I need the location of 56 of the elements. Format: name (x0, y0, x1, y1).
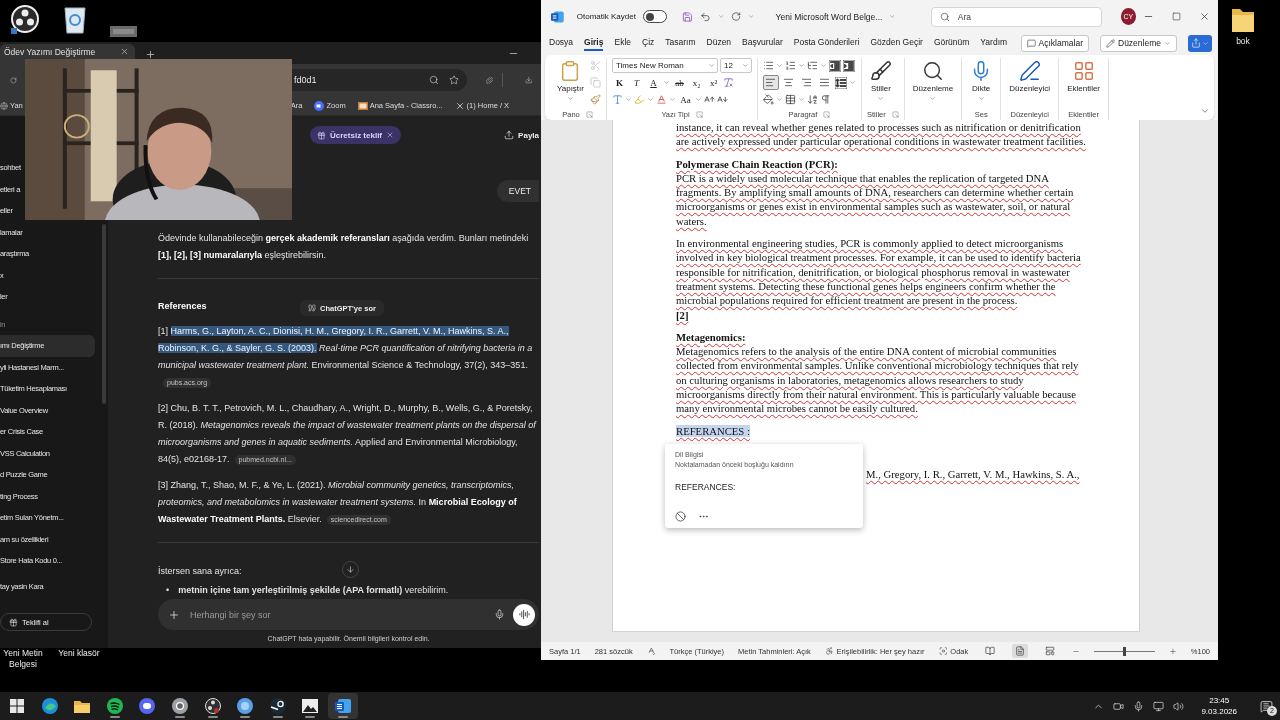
desktop-icon-label[interactable]: Yeni klasör (54, 648, 104, 670)
font-size-field[interactable]: 12 (720, 58, 752, 73)
document-paragraph: In environmental engineering studies, PCR is commonly applied to detect microorganisms involved in key biological treatment processes. For example, it can be used to identify bacteria responsible for nitrification, denitrification, or biological phosphorus removal in wastewater treatment systems. Detecting these functional genes helps engineers confirm whether the microbial populations required for efficient treatment are present in the process. (676, 236, 1082, 308)
message-input[interactable]: Herhangi bir şey sor (188, 608, 486, 621)
change-case-button[interactable]: Aa (678, 92, 693, 107)
bullet-marker: • (166, 584, 170, 597)
autosave-label: Otomatik Kaydet (576, 12, 636, 21)
document-heading: Metagenomics: (676, 329, 747, 345)
document-paragraph: M., Gregory, I. R., Garrett, V. M., Hawkins, S. A., (866, 466, 1081, 482)
menu-tab[interactable]: Başvurular (742, 35, 783, 51)
search-input[interactable]: Ara (955, 10, 1093, 23)
user-message: EVET (496, 180, 539, 202)
superscript-button[interactable]: x² (706, 75, 721, 90)
editor-button[interactable]: Düzenleyici (1006, 58, 1054, 93)
share-button[interactable]: Payla (504, 126, 539, 144)
editing-mode-button[interactable]: Düzenleme (1100, 34, 1177, 52)
add-ins-button[interactable]: Eklentiler (1064, 58, 1104, 93)
font-name-field[interactable]: Times New Roman (612, 58, 718, 73)
bold-button[interactable]: K (612, 75, 627, 90)
subscript-button[interactable]: x₂ (689, 75, 704, 90)
desktop-icon-label[interactable]: Yeni Metin Belgesi (0, 648, 46, 670)
menu-tab[interactable]: Gözden Geçir (870, 35, 923, 51)
paste-button[interactable]: Yapıştır (554, 58, 587, 102)
search-field[interactable]: Ara (930, 6, 1102, 27)
document-title[interactable]: Yeni Microsoft Word Belge... (775, 11, 883, 22)
menu-tab[interactable]: Görünüm (933, 35, 970, 51)
menu-tab[interactable]: Çiz (642, 35, 655, 51)
document-paragraph: instance, it can reveal whether genes related to processes such as nitrification or denitrification are actively expressed under particular operational conditions in wastewater treatment facilities. (676, 120, 1087, 149)
menu-tab[interactable]: Düzen (706, 35, 732, 51)
menu-tab[interactable]: Tasarım (665, 35, 696, 51)
section-heading: References (158, 300, 207, 313)
document-paragraph: PCR is a widely used molecular technique that enables the replication of targeted DNA fragments. By amplifying small amounts of DNA, researchers can determine whether certain microorganisms or genes exist in environmental samples such as wastewater, soil, or natural waters. (676, 170, 1075, 229)
menu-tab[interactable]: Ekle (614, 35, 631, 51)
document-paragraph: [2] (676, 307, 690, 322)
menu-tab[interactable]: Giriş (584, 35, 604, 51)
menu-tab[interactable]: Dosya (549, 35, 574, 51)
menu-tab[interactable]: Posta Gönderileri (793, 35, 860, 51)
folder-label[interactable]: bok (1228, 36, 1258, 47)
find-button[interactable]: Düzenleme (909, 58, 957, 102)
document-paragraph: REFERANCES : (676, 423, 751, 438)
offer-pill[interactable]: Ücretsiz teklif (310, 126, 402, 144)
message-text: İstersen sana ayrıca: (158, 565, 242, 578)
styles-button[interactable]: Stiller (867, 58, 895, 102)
italic-button[interactable]: T (629, 75, 644, 90)
comments-button[interactable]: Açıklamalar (1020, 34, 1089, 52)
document-heading: Polymerase Chain Reaction (PCR): (676, 156, 839, 171)
message-text: Ödevinde kullanabileceğin gerçek akademik referansları aşağıda verdim. Bunları metindeki [1], [2], [3] numaralarıyla eşleştirebilirsin. (158, 232, 530, 262)
message-field[interactable]: Herhangi bir şey sor (158, 599, 539, 630)
strikethrough-button[interactable]: ab (672, 75, 687, 90)
bullet-text: metnin içine tam yerleştirilmiş şekilde (APA formatlı) verebilirim. (178, 584, 449, 597)
underline-button[interactable]: A (646, 75, 661, 90)
suggestion-item[interactable]: REFERANCES: (675, 482, 736, 492)
document-paragraph: Metagenomics refers to the analysis of the entire DNA content of microbial communities collected from environmental samples. Unlike conventional microbiology techniques that rely on culturing organisms in laboratories, metagenomics allows researchers to study microorganisms directly from their natural environment. This is particularly valuable because many environmental microbes cannot be easily cultured. (676, 344, 1080, 416)
clock[interactable]: 23:45 9.03.2026 (1201, 695, 1237, 717)
menu-tab[interactable]: Yardım (980, 35, 1008, 51)
dictate-button[interactable]: Dikte (967, 58, 996, 102)
